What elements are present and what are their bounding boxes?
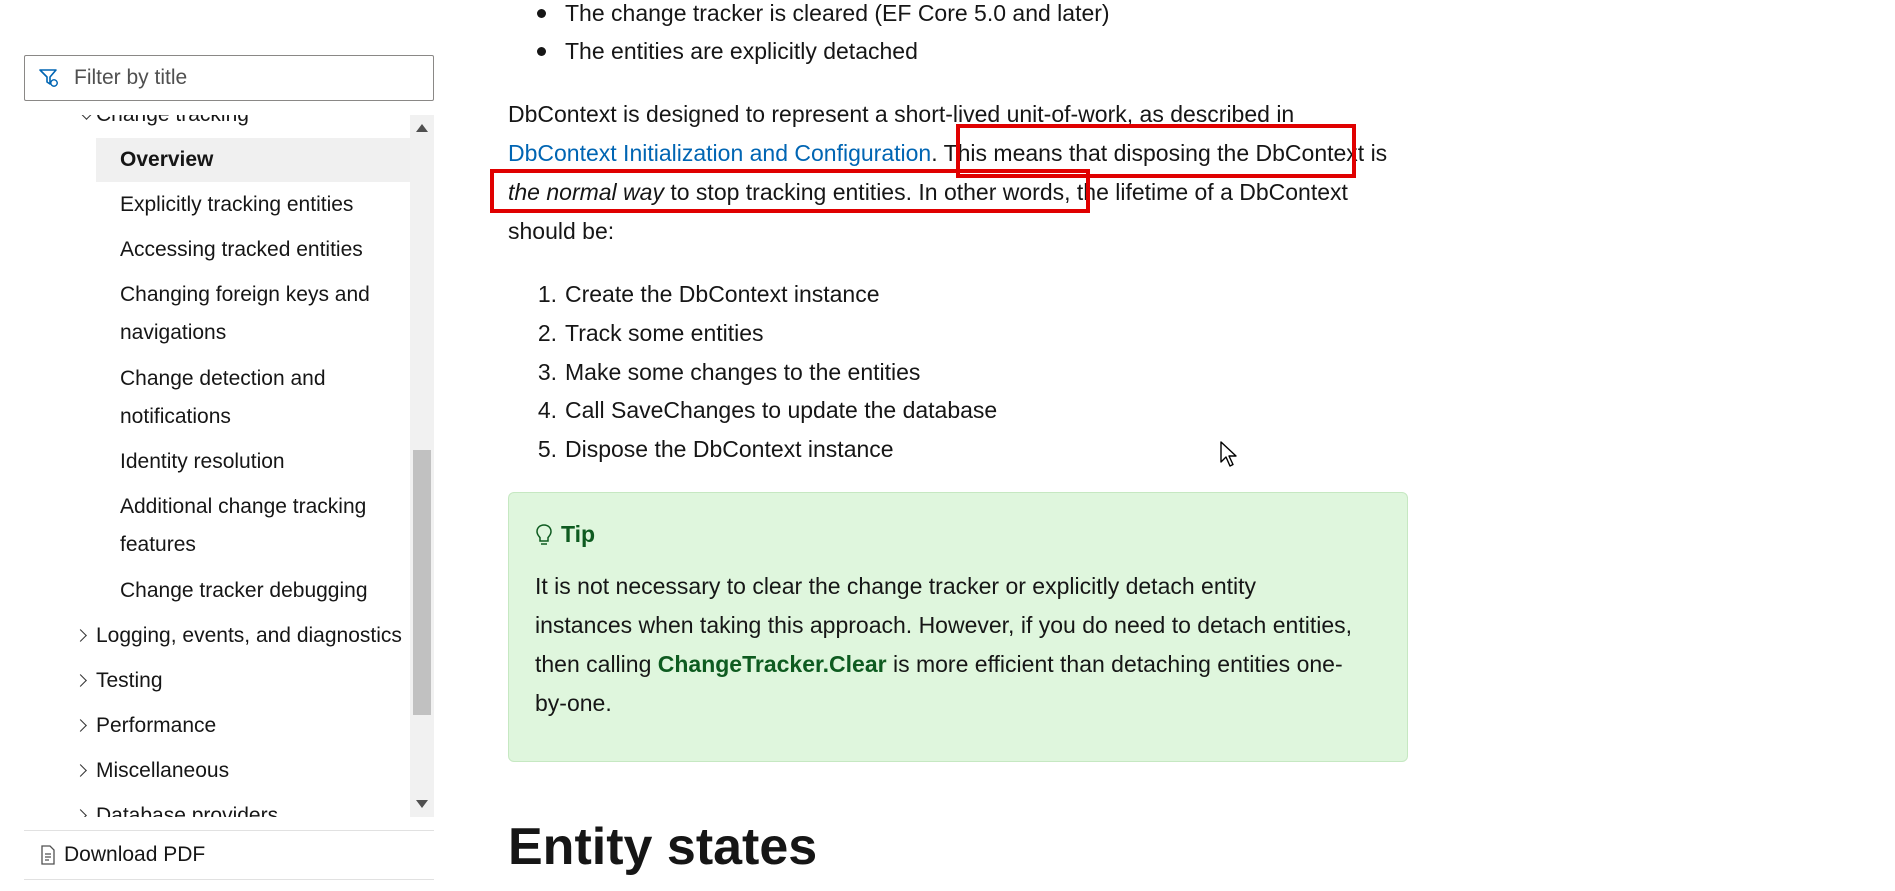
chevron-down-icon[interactable] [80,115,93,120]
tip-code-reference: ChangeTracker.Clear [657,651,887,677]
pdf-icon [41,845,55,865]
step-text: Create the DbContext instance [565,281,880,307]
toc-item-overview[interactable]: Overview [120,141,430,179]
chevron-right-icon[interactable] [74,809,87,817]
step-number: 1. [537,281,557,307]
tip-heading: Tip [535,521,595,548]
toc-tree: Change tracking Overview Explicitly trac… [24,115,434,817]
toc-item-explicitly-tracking[interactable]: Explicitly tracking entities [120,186,430,224]
step-number: 2. [537,320,557,346]
chevron-right-icon[interactable] [74,629,87,642]
toc-item-logging[interactable]: Logging, events, and diagnostics [96,617,402,655]
tip-callout: Tip It is not necessary to clear the cha… [508,492,1408,762]
toc-item-change-tracking[interactable]: Change tracking [96,115,249,134]
toc-item-miscellaneous[interactable]: Miscellaneous [96,752,229,790]
bullet-text: The change tracker is cleared (EF Core 5… [565,0,1110,26]
list-item: The entities are explicitly detached [537,32,918,71]
chevron-right-icon[interactable] [74,674,87,687]
section-heading-entity-states: Entity states [508,818,818,876]
step-text: Track some entities [565,320,764,346]
list-item: The change tracker is cleared (EF Core 5… [537,0,1110,33]
highlight-box [490,169,1090,213]
scroll-up-arrow-icon[interactable] [416,124,428,132]
list-item: 2. Track some entities [538,314,764,353]
download-pdf-link[interactable]: Download PDF [24,830,434,880]
step-text: Make some changes to the entities [565,359,921,385]
step-number: 3. [537,359,557,385]
lightbulb-icon [536,523,552,545]
filter-box[interactable] [24,55,434,101]
mouse-pointer-icon [1220,441,1237,467]
toc-item-accessing-tracked[interactable]: Accessing tracked entities [120,231,430,269]
step-number: 4. [537,397,557,423]
download-pdf-label: Download PDF [64,843,206,866]
toc-item-change-detection[interactable]: Change detection and notifications [120,360,430,436]
list-item: 3. Make some changes to the entities [538,353,921,392]
step-text: Dispose the DbContext instance [565,436,894,462]
list-item: 1. Create the DbContext instance [538,275,880,314]
scroll-down-arrow-icon[interactable] [416,800,428,808]
chevron-right-icon[interactable] [74,764,87,777]
tip-body: It is not necessary to clear the change … [535,567,1355,723]
filter-icon [39,69,58,87]
filter-input[interactable] [72,65,433,91]
toc-item-changing-foreign-keys[interactable]: Changing foreign keys and navigations [120,276,430,352]
toc-item-tracker-debugging[interactable]: Change tracker debugging [120,572,430,610]
toc-item-identity-resolution[interactable]: Identity resolution [120,443,430,481]
step-text: Call SaveChanges to update the database [565,397,998,423]
tip-title: Tip [561,521,596,547]
bullet-dot [537,9,546,18]
scroll-thumb[interactable] [413,450,431,715]
chevron-right-icon[interactable] [74,719,87,732]
list-item: 4. Call SaveChanges to update the databa… [538,391,998,430]
toc-item-performance[interactable]: Performance [96,707,216,745]
step-number: 5. [537,436,557,462]
bullet-dot [537,47,546,56]
toc-scrollbar[interactable] [410,115,434,817]
list-item: 5. Dispose the DbContext instance [538,430,894,469]
bullet-text: The entities are explicitly detached [565,38,918,64]
dbcontext-config-link[interactable]: DbContext Initialization and Configurati… [508,140,931,166]
toc-item-additional-features[interactable]: Additional change tracking features [120,488,430,564]
toc-item-testing[interactable]: Testing [96,662,163,700]
toc-item-database-providers[interactable]: Database providers [96,797,278,817]
